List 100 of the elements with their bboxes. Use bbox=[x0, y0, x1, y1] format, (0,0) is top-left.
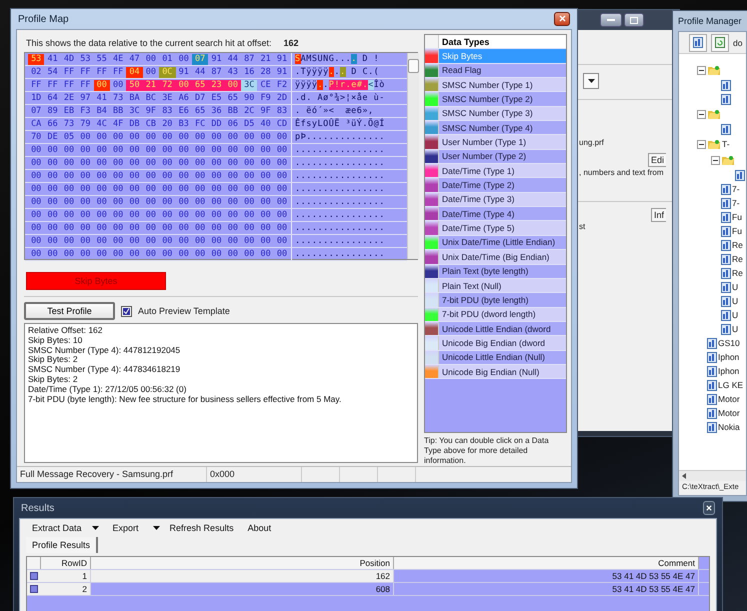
hex-byte: 53 bbox=[28, 54, 44, 64]
collapse-toggle[interactable] bbox=[697, 66, 706, 74]
scrollbar[interactable] bbox=[407, 53, 419, 259]
tree-item[interactable]: Motor bbox=[679, 406, 746, 420]
data-type-item[interactable]: User Number (Type 1) bbox=[439, 135, 566, 149]
column-header[interactable]: RowID bbox=[41, 557, 91, 569]
minimize-button[interactable] bbox=[600, 13, 622, 27]
output-line: Date/Time (Type 1): 27/12/05 00:56:32 (0) bbox=[28, 384, 188, 395]
data-type-item[interactable]: Plain Text (Null) bbox=[439, 278, 566, 292]
hex-byte: FF bbox=[62, 66, 76, 78]
profile-icon bbox=[735, 170, 745, 180]
caret-icon bbox=[92, 526, 99, 530]
hex-byte: 83 bbox=[161, 106, 174, 116]
maximize-button[interactable] bbox=[624, 13, 644, 27]
data-type-item[interactable]: Date/Time (Type 3) bbox=[439, 192, 566, 206]
auto-preview-checkbox[interactable] bbox=[121, 306, 132, 316]
collapse-toggle[interactable] bbox=[697, 110, 706, 118]
hex-byte: FF bbox=[62, 80, 76, 90]
data-type-item[interactable]: Unicode Little Endian (dword bbox=[439, 322, 566, 336]
status-offset: 0x000 bbox=[207, 467, 302, 482]
data-type-item[interactable]: SMSC Number (Type 4) bbox=[439, 121, 566, 134]
hex-byte: 91 bbox=[210, 54, 223, 64]
hex-byte: 00 bbox=[161, 248, 174, 260]
hex-byte: 00 bbox=[96, 196, 108, 208]
tree-item[interactable]: T- bbox=[679, 136, 746, 152]
hex-byte: 00 bbox=[112, 196, 124, 208]
hex-byte: 73 bbox=[112, 92, 124, 104]
tree-item[interactable]: U bbox=[679, 322, 746, 336]
tree-item[interactable]: Nokia bbox=[679, 420, 746, 434]
tree-item[interactable]: Motor bbox=[679, 392, 746, 406]
scrollbar[interactable] bbox=[679, 470, 746, 481]
dropdown[interactable] bbox=[583, 73, 599, 89]
tree-item[interactable]: 7- bbox=[679, 182, 746, 196]
data-type-item[interactable]: Read Flag bbox=[439, 64, 566, 78]
data-type-item[interactable]: Date/Time (Type 2) bbox=[439, 178, 566, 192]
data-type-item[interactable]: Unicode Big Endian (dword bbox=[439, 336, 566, 350]
data-type-item[interactable]: SMSC Number (Type 3) bbox=[439, 106, 566, 120]
toolbar-menu-button[interactable]: Extract Data bbox=[32, 523, 99, 533]
hex-byte: 00 bbox=[96, 184, 108, 194]
column-header[interactable]: Position bbox=[91, 557, 394, 569]
folder-icon bbox=[708, 139, 720, 149]
data-type-item[interactable]: Date/Time (Type 4) bbox=[439, 207, 566, 220]
output-line: Skip Bytes: 10 bbox=[28, 336, 84, 346]
tree-item[interactable]: 7- bbox=[679, 196, 746, 210]
data-type-item[interactable]: SMSC Number (Type 1) bbox=[439, 78, 566, 92]
column-header[interactable]: Comment bbox=[394, 557, 699, 569]
hex-byte: 04 bbox=[126, 66, 143, 78]
collapse-toggle[interactable] bbox=[697, 140, 706, 148]
toolbar-menu-button[interactable]: About bbox=[248, 523, 272, 533]
hex-byte: 00 bbox=[276, 236, 288, 246]
toolbar-menu-button[interactable]: Export bbox=[112, 523, 139, 533]
test-profile-button[interactable]: Test Profile bbox=[24, 302, 115, 320]
close-button[interactable] bbox=[554, 12, 570, 26]
data-type-item[interactable]: Unicode Little Endian (Null) bbox=[439, 350, 566, 364]
data-type-item[interactable]: Unicode Big Endian (Null) bbox=[439, 364, 566, 378]
data-type-item[interactable]: Date/Time (Type 1) bbox=[439, 164, 566, 178]
tree-item[interactable]: Iphon bbox=[679, 350, 746, 364]
tree-item[interactable]: Re bbox=[679, 252, 746, 266]
data-type-item[interactable]: Unix Date/Time (Little Endian) bbox=[439, 236, 566, 250]
toolbar-button[interactable] bbox=[711, 34, 729, 52]
hex-byte: 00 bbox=[128, 144, 141, 156]
hex-byte: 00 bbox=[46, 144, 59, 156]
data-type-item[interactable]: 7-bit PDU (dword length) bbox=[439, 308, 566, 321]
data-type-item[interactable]: SMSC Number (Type 2) bbox=[439, 92, 566, 106]
tree-item[interactable]: GS10 bbox=[679, 336, 746, 350]
tree-item[interactable]: Re bbox=[679, 238, 746, 252]
hex-byte: 00 bbox=[79, 144, 92, 156]
hex-byte: 00 bbox=[243, 222, 256, 234]
data-type-item[interactable]: Date/Time (Type 5) bbox=[439, 221, 566, 235]
hex-byte: 00 bbox=[243, 196, 256, 208]
hex-byte: 44 bbox=[194, 66, 206, 78]
profile-icon bbox=[707, 394, 717, 404]
toolbar-button[interactable] bbox=[689, 34, 707, 52]
hex-byte: 00 bbox=[194, 184, 206, 194]
data-type-item[interactable]: Unix Date/Time (Big Endian) bbox=[439, 250, 566, 264]
tree-item[interactable]: Iphon bbox=[679, 364, 746, 378]
tree-item[interactable]: Fu bbox=[679, 210, 746, 224]
tree-item[interactable]: Re bbox=[679, 266, 746, 280]
hex-byte: E6 bbox=[178, 106, 190, 116]
tab[interactable]: Profile Results bbox=[26, 537, 98, 553]
data-type-item[interactable]: 7-bit PDU (byte length) bbox=[439, 293, 566, 307]
tree-item[interactable]: U bbox=[679, 294, 746, 308]
tree-item[interactable]: LG KE bbox=[679, 378, 746, 392]
data-type-item[interactable]: User Number (Type 2) bbox=[439, 150, 566, 164]
data-type-item[interactable]: Plain Text (byte length) bbox=[439, 264, 566, 278]
info-button[interactable]: Inf bbox=[650, 208, 666, 222]
edit-button[interactable]: Edi bbox=[648, 153, 666, 167]
hex-byte: 00 bbox=[194, 158, 206, 168]
tree-item[interactable]: U bbox=[679, 280, 746, 294]
table-cell: 1 bbox=[41, 570, 91, 582]
hex-byte: 00 bbox=[79, 196, 92, 208]
tree-item[interactable]: Fu bbox=[679, 224, 746, 238]
profile-icon bbox=[721, 268, 731, 278]
toolbar-menu-button[interactable]: Refresh Results bbox=[152, 523, 234, 533]
hex-byte: 00 bbox=[226, 184, 239, 194]
tree-item[interactable]: U bbox=[679, 308, 746, 322]
hex-byte: 00 bbox=[112, 144, 124, 156]
close-button[interactable] bbox=[703, 501, 715, 515]
hex-byte: 00 bbox=[161, 144, 174, 156]
collapse-toggle[interactable] bbox=[711, 156, 720, 164]
